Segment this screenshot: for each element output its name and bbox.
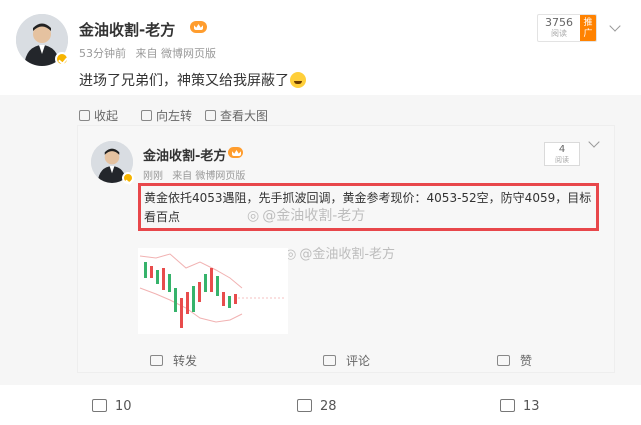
candle [156,270,159,284]
watermark-text-1: @金油收割-老方 [262,208,366,224]
repost-comment-label: 评论 [346,354,371,368]
share-button[interactable]: 10 [92,399,132,414]
view-large-label: 查看大图 [220,109,269,123]
candle [180,298,183,328]
candle [174,288,177,312]
candle [204,274,207,292]
read-count: 3756 [545,16,573,29]
watermark-text-2: @金油收割-老方 [299,247,396,262]
comment-button[interactable]: 28 [297,399,337,414]
repost-read-label: 阅读 [555,156,569,164]
collapse-icon [79,110,90,121]
repost-share-button[interactable]: 转发 [150,352,197,369]
share-count: 10 [115,399,132,414]
post-text: 进场了兄弟们，神策又给我屏蔽了 [79,70,306,90]
collapse-button[interactable]: 收起 [79,107,118,124]
comment-icon [297,399,312,412]
repost-time[interactable]: 刚刚 [143,171,163,182]
collapse-label: 收起 [94,109,119,123]
candlestick-chart-thumbnail[interactable] [138,248,288,334]
candle [162,268,165,290]
candle [168,274,171,292]
repost-author-name[interactable]: 金油收割-老方 [143,145,226,164]
share-icon [92,399,107,412]
candle [222,292,225,306]
watermark-1: ◎ @金油收割-老方 [247,205,365,225]
rotate-label: 向左转 [156,109,193,123]
repost-meta: 刚刚 来自 微博网页版 [143,167,251,182]
like-icon [497,355,510,366]
repost-read-count-badge: 4 阅读 [544,142,580,166]
post-source: 来自 微博网页版 [135,47,217,60]
repost-like-button[interactable]: 赞 [497,352,532,369]
comment-count: 28 [320,399,337,414]
read-count-badge: 3756 阅读 推广 [537,14,597,42]
candle [150,266,153,278]
magnify-icon [205,110,216,121]
rotate-left-button[interactable]: 向左转 [141,107,192,124]
candle [144,262,147,278]
repost-verified-badge-icon [122,172,134,184]
candle [192,286,195,312]
like-count: 13 [523,399,540,414]
watermark-2: ◎ @金油收割-老方 [285,243,395,262]
like-icon [500,399,515,412]
candle [210,268,213,292]
author-name[interactable]: 金油收割-老方 [79,19,175,40]
comment-icon [323,355,336,366]
vip-crown-icon [190,21,207,33]
repost-vip-crown-icon [228,147,243,158]
promote-button[interactable]: 推广 [580,15,596,41]
candle [234,294,237,304]
repost-share-label: 转发 [173,354,198,368]
weibo-card: 金油收割-老方 53分钟前 来自 微博网页版 3756 阅读 推广 进场了兄弟们… [0,0,641,425]
more-options-chevron-icon[interactable] [609,20,621,32]
share-icon [150,355,163,366]
laughing-emoji-icon [290,72,306,88]
verified-badge-icon [55,52,69,66]
post-meta: 53分钟前 来自 微博网页版 [79,45,222,61]
weibo-logo-icon: ◎ [247,208,260,224]
repost-source: 来自 微博网页版 [172,171,246,182]
like-button[interactable]: 13 [500,399,540,414]
candle [198,282,201,302]
repost-like-label: 赞 [520,354,533,368]
candle [228,296,231,308]
rotate-icon [141,110,152,121]
candle [186,292,189,314]
post-time[interactable]: 53分钟前 [79,47,126,60]
repost-comment-button[interactable]: 评论 [323,352,370,369]
read-label: 阅读 [551,29,567,38]
read-count-box: 3756 阅读 [538,15,580,41]
repost-read-count: 4 [558,144,566,155]
repost-text: 黄金依托4053遇阻，先手抓波回调，黄金参考现价：4053-52空，防守4059… [144,191,592,224]
post-text-content: 进场了兄弟们，神策又给我屏蔽了 [79,73,289,89]
candle [216,276,219,296]
view-large-button[interactable]: 查看大图 [205,107,268,124]
